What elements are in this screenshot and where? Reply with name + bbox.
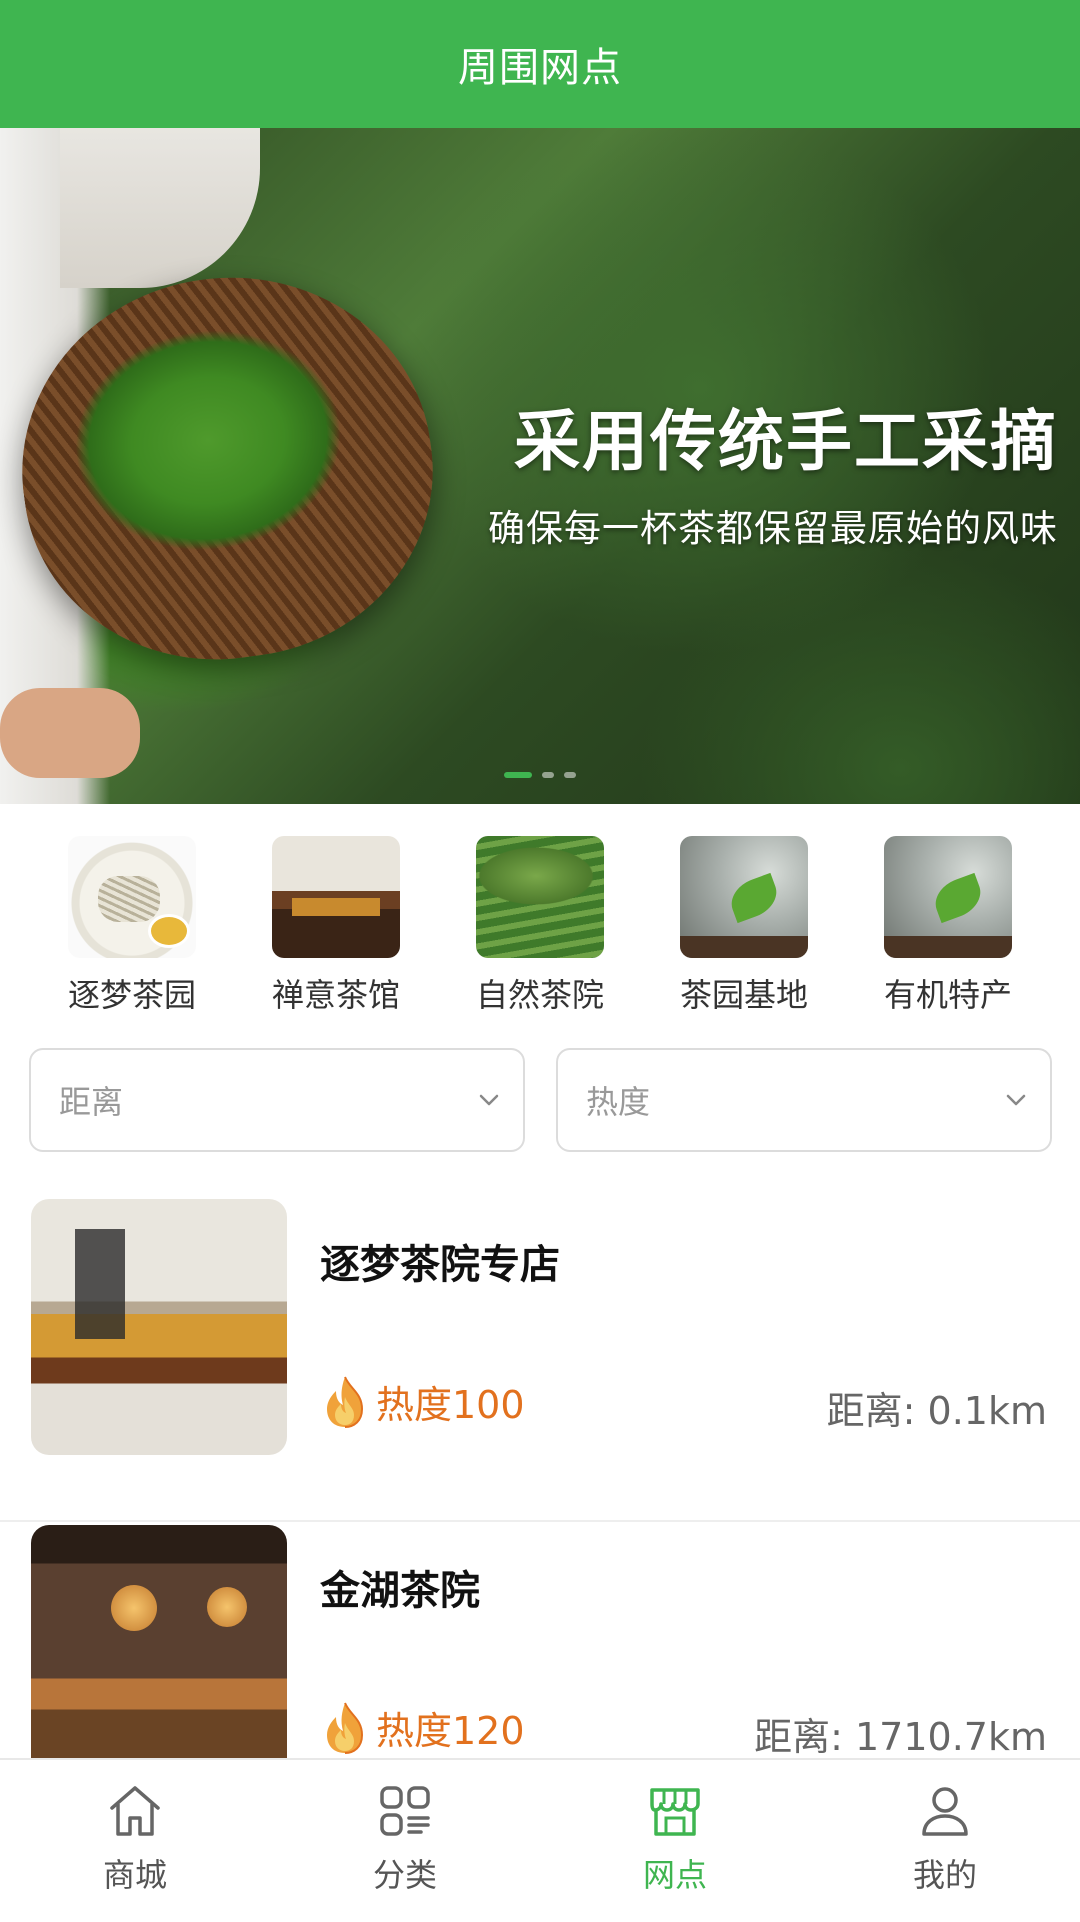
category-label: 茶园基地 (679, 976, 808, 1014)
store-photo (31, 1525, 287, 1758)
home-icon (110, 1786, 160, 1836)
store-list-item[interactable]: 金湖茶院 热度120 距离: 1710.7km (0, 1522, 1080, 1758)
heat-filter-placeholder: 热度 (586, 1083, 651, 1121)
banner-subline: 确保每一杯茶都保留最原始的风味 (488, 507, 1058, 550)
chevron-down-icon (1006, 1094, 1026, 1106)
store-photo (31, 1199, 287, 1455)
store-heat-value: 热度120 (376, 1709, 525, 1753)
category-label: 禅意茶馆 (271, 976, 400, 1014)
store-distance: 距离: 0.1km (826, 1389, 1047, 1433)
store-list-item[interactable]: 逐梦茶院专店 热度100 距离: 0.1km (0, 1196, 1080, 1522)
bottom-tab-bar: 商城 分类 网点 我的 (0, 1758, 1080, 1922)
tab-label: 商城 (102, 1856, 167, 1894)
category-thumbnail (884, 836, 1012, 958)
fire-icon (327, 1376, 364, 1428)
tab-stores[interactable]: 网点 (540, 1760, 810, 1922)
tab-category[interactable]: 分类 (270, 1760, 540, 1922)
store-heat-value: 热度100 (376, 1383, 525, 1427)
banner-dot-active[interactable] (504, 772, 532, 778)
page-title: 周围网点 (458, 45, 622, 91)
fire-icon (327, 1702, 364, 1754)
distance-filter-select[interactable]: 距离 (29, 1048, 525, 1152)
category-thumbnail (476, 836, 604, 958)
category-thumbnail (68, 836, 196, 958)
chevron-down-icon (479, 1094, 499, 1106)
banner-headline: 采用传统手工采摘 (514, 402, 1058, 480)
tab-label: 我的 (912, 1856, 977, 1894)
store-heat: 热度100 (320, 1374, 525, 1429)
category-label: 有机特产 (883, 976, 1012, 1014)
banner-photo-hand (0, 688, 140, 778)
tab-mine[interactable]: 我的 (810, 1760, 1080, 1922)
distance-filter-placeholder: 距离 (59, 1083, 124, 1121)
banner-dot[interactable] (564, 772, 576, 778)
store-distance: 距离: 1710.7km (754, 1715, 1047, 1758)
user-icon (922, 1787, 968, 1836)
category-label: 自然茶院 (475, 976, 604, 1014)
store-icon (650, 1788, 700, 1836)
banner-photo-arm (60, 128, 260, 288)
category-thumbnail (272, 836, 400, 958)
category-item-zhumeng-tea-garden[interactable]: 逐梦茶园 (47, 836, 217, 1016)
category-label: 逐梦茶园 (67, 976, 196, 1014)
category-icon (380, 1786, 430, 1836)
category-shortcuts: 逐梦茶园 禅意茶馆 自然茶院 茶园基地 有机特产 (0, 836, 1080, 1016)
banner-pagination (0, 772, 1080, 778)
category-item-zen-teahouse[interactable]: 禅意茶馆 (251, 836, 421, 1016)
banner-dot[interactable] (542, 772, 554, 778)
store-name: 金湖茶院 (320, 1568, 480, 1614)
category-item-tea-garden-base[interactable]: 茶园基地 (659, 836, 829, 1016)
tab-mall[interactable]: 商城 (0, 1760, 270, 1922)
category-item-nature-tea-court[interactable]: 自然茶院 (455, 836, 625, 1016)
store-name: 逐梦茶院专店 (320, 1242, 560, 1288)
tab-label: 网点 (642, 1856, 707, 1894)
top-nav-bar: 周围网点 (0, 0, 1080, 128)
category-thumbnail (680, 836, 808, 958)
tab-label: 分类 (372, 1856, 437, 1894)
store-heat: 热度120 (320, 1700, 525, 1755)
promo-banner[interactable]: 采用传统手工采摘 确保每一杯茶都保留最原始的风味 (0, 128, 1080, 804)
category-item-organic-specialty[interactable]: 有机特产 (863, 836, 1033, 1016)
heat-filter-select[interactable]: 热度 (556, 1048, 1052, 1152)
